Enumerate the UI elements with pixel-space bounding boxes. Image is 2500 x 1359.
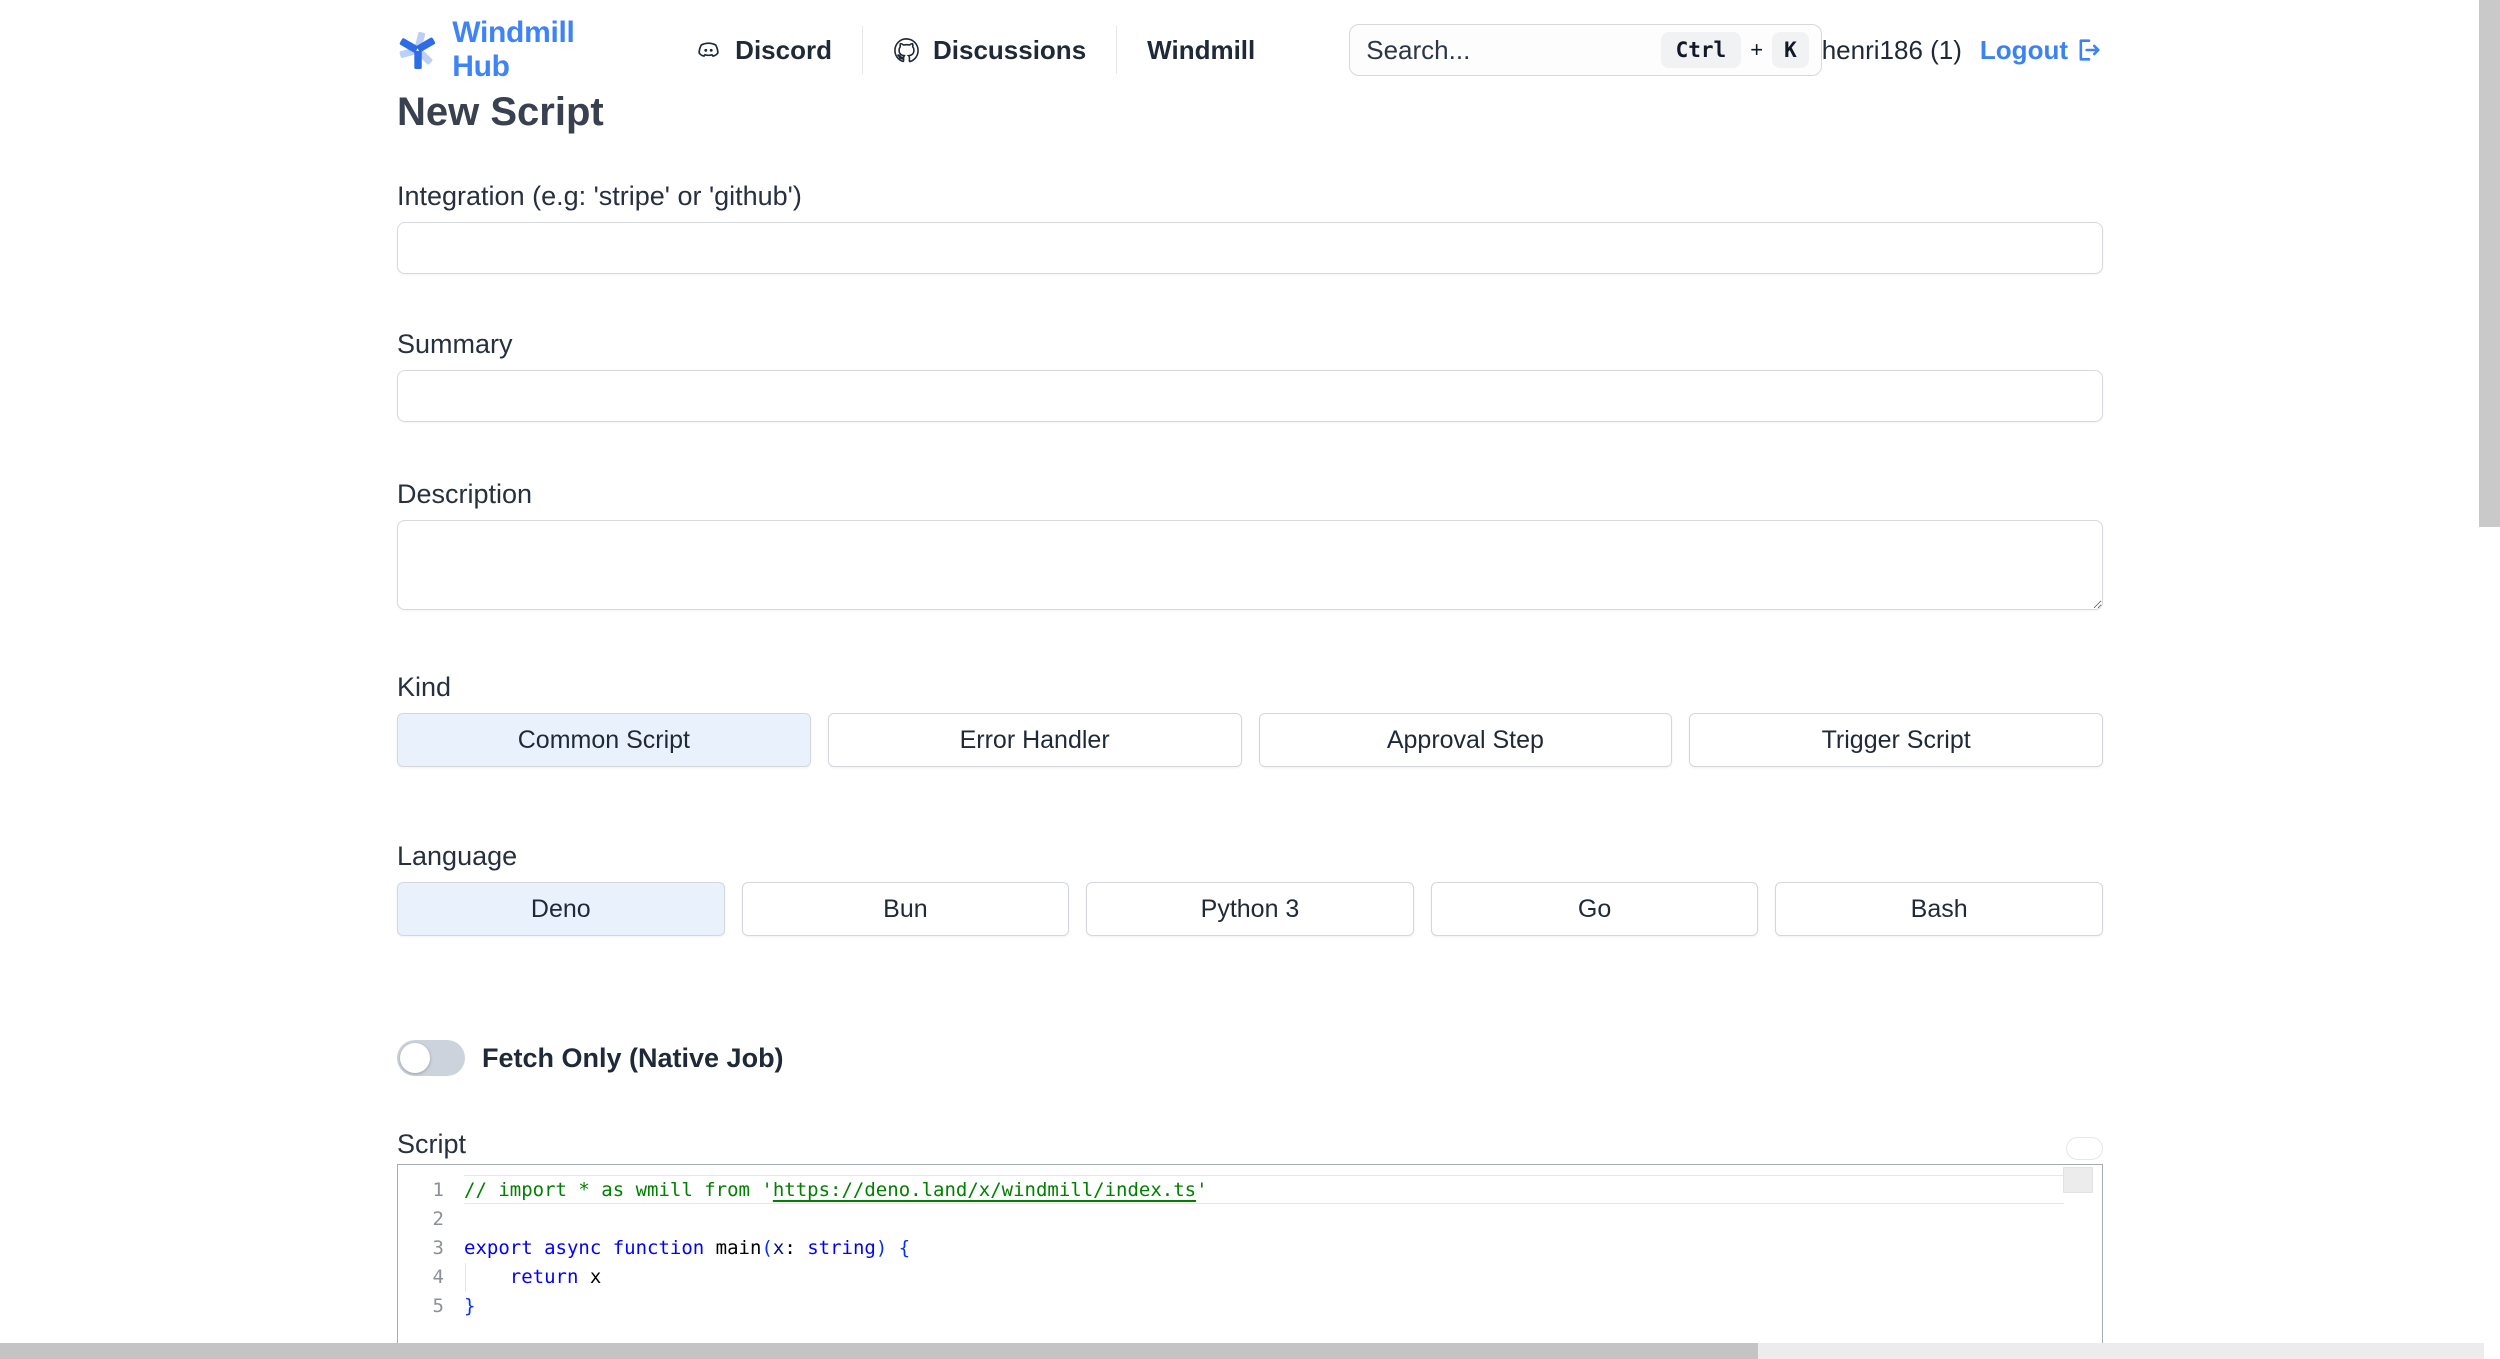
nav-label: Discord xyxy=(735,34,832,65)
code-token: x xyxy=(578,1266,602,1288)
fetch-only-row: Fetch Only (Native Job) xyxy=(397,1040,2103,1076)
nav-discussions[interactable]: Discussions xyxy=(887,35,1092,66)
description-label: Description xyxy=(397,479,533,509)
brand-name: Windmill Hub xyxy=(452,16,575,83)
description-textarea[interactable] xyxy=(397,520,2103,610)
code-token: } xyxy=(464,1295,476,1317)
code-line-2: 2 xyxy=(398,1205,2102,1234)
kbd-k: K xyxy=(1772,32,1809,68)
code-text: // import * as wmill from 'https://deno.… xyxy=(444,1176,1208,1205)
fetch-only-toggle[interactable] xyxy=(397,1040,465,1076)
integration-label: Integration (e.g: 'stripe' or 'github') xyxy=(397,181,802,211)
code-line-5: 5} xyxy=(398,1292,2102,1321)
search-input[interactable]: Search... Ctrl + K xyxy=(1349,24,1822,76)
username: henri186 (1) xyxy=(1821,34,1962,65)
page: Windmill Hub Discord Discussions Windmill … xyxy=(0,0,2500,1359)
kind-approval-step[interactable]: Approval Step xyxy=(1258,713,1673,767)
kbd-plus: + xyxy=(1750,37,1764,62)
logout-label: Logout xyxy=(1979,34,2068,65)
toggle-knob xyxy=(400,1043,430,1073)
code-token: : xyxy=(784,1237,808,1259)
language-bun[interactable]: Bun xyxy=(741,882,1070,936)
language-go[interactable]: Go xyxy=(1430,882,1759,936)
code-token: ) xyxy=(875,1237,888,1259)
brand[interactable]: Windmill Hub xyxy=(397,16,601,84)
kind-error-handler[interactable]: Error Handler xyxy=(827,713,1242,767)
code-token: ' xyxy=(1196,1179,1208,1201)
github-icon xyxy=(894,37,919,62)
discord-icon xyxy=(698,41,719,57)
integration-input[interactable] xyxy=(397,222,2103,274)
code-line-1: 1// import * as wmill from 'https://deno… xyxy=(398,1176,2102,1205)
page-horizontal-scrollbar[interactable] xyxy=(0,1343,2484,1359)
code-token: return xyxy=(509,1266,579,1288)
summary-group: Summary xyxy=(397,328,2103,422)
line-number: 5 xyxy=(432,1295,444,1317)
kind-label: Kind xyxy=(397,672,452,702)
code-token: // import * as wmill from ' xyxy=(464,1179,773,1201)
language-bash[interactable]: Bash xyxy=(1775,882,2103,936)
code-token: export async function xyxy=(464,1237,716,1259)
language-group: Language Deno Bun Python 3 Go Bash xyxy=(397,840,2103,936)
kind-common-script[interactable]: Common Script xyxy=(397,713,811,767)
script-label: Script xyxy=(397,1129,467,1159)
main-nav: Discord Discussions Windmill xyxy=(689,26,1261,74)
nav-label: Discussions xyxy=(932,34,1087,65)
header: Windmill Hub Discord Discussions Windmill … xyxy=(397,0,2103,83)
nav-windmill[interactable]: Windmill xyxy=(1141,35,1261,66)
kind-button-row: Common Script Error Handler Approval Step T… xyxy=(397,713,2103,767)
kind-group: Kind Common Script Error Handler Approval … xyxy=(397,671,2103,767)
code-token: ( xyxy=(761,1237,773,1259)
editor-toggle-pill[interactable] xyxy=(2066,1137,2103,1160)
kind-trigger-script[interactable]: Trigger Script xyxy=(1689,713,2103,767)
summary-input[interactable] xyxy=(397,370,2103,422)
language-button-row: Deno Bun Python 3 Go Bash xyxy=(397,882,2103,936)
nav-discord[interactable]: Discord xyxy=(689,35,838,66)
summary-label: Summary xyxy=(397,329,513,359)
language-label: Language xyxy=(397,841,518,871)
nav-separator xyxy=(861,26,863,74)
line-number: 2 xyxy=(432,1208,444,1230)
code-text: export async function main(x: string) { xyxy=(444,1234,910,1263)
page-vertical-scrollbar[interactable] xyxy=(2479,0,2500,1343)
logout-icon xyxy=(2079,39,2100,61)
code-text: return x xyxy=(444,1263,602,1292)
code-token: { xyxy=(898,1237,911,1259)
code-text: } xyxy=(444,1292,475,1321)
windmill-logo-icon xyxy=(399,31,436,69)
code-editor[interactable]: 1// import * as wmill from 'https://deno… xyxy=(397,1164,2103,1359)
code-line-3: 3 export async function main(x: string) { xyxy=(398,1234,2102,1263)
code-token: main xyxy=(715,1237,762,1259)
page-title: New Script xyxy=(397,90,604,134)
integration-group: Integration (e.g: 'stripe' or 'github') xyxy=(397,180,2103,274)
description-group: Description xyxy=(397,478,2103,615)
page-vertical-scrollbar-thumb[interactable] xyxy=(2479,0,2500,527)
language-deno[interactable]: Deno xyxy=(397,882,725,936)
line-number: 4 xyxy=(432,1266,444,1288)
editor-scrollbar-thumb[interactable] xyxy=(2063,1167,2093,1193)
language-python-3[interactable]: Python 3 xyxy=(1086,882,1414,936)
code-link[interactable]: https://deno.land/x/windmill/index.ts xyxy=(773,1179,1196,1201)
page-horizontal-scrollbar-thumb[interactable] xyxy=(0,1343,1758,1359)
code-token: x xyxy=(772,1237,785,1259)
line-number: 3 xyxy=(432,1237,444,1259)
logout-link[interactable]: Logout xyxy=(1980,35,2103,66)
nav-label: Windmill xyxy=(1147,34,1256,65)
fetch-only-label: Fetch Only (Native Job) xyxy=(482,1042,784,1073)
kbd-ctrl: Ctrl xyxy=(1660,32,1742,68)
script-row: Script xyxy=(397,1128,2103,1160)
line-number: 1 xyxy=(432,1179,444,1201)
code-line-4: 4 return x xyxy=(398,1263,2102,1292)
user-area: henri186 (1) Logout xyxy=(1822,35,2103,66)
search-placeholder: Search... xyxy=(1366,34,1471,65)
nav-separator xyxy=(1116,26,1118,74)
code-token: string xyxy=(807,1237,876,1259)
